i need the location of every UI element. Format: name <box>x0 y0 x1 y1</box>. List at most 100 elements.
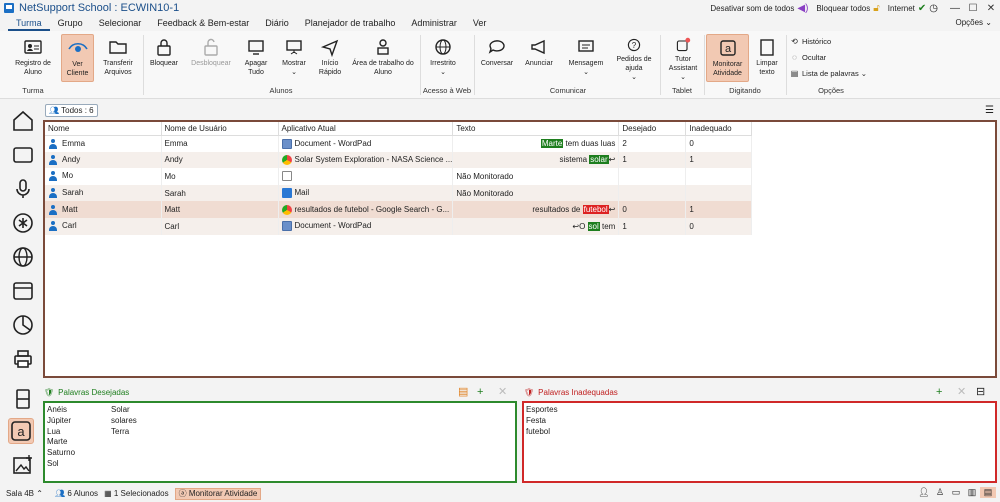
menu-feedback[interactable]: Feedback & Bem-estar <box>149 16 257 31</box>
word-list-option[interactable]: ▤ Lista de palavras ⌄ <box>790 69 867 78</box>
cell-desired <box>618 184 687 202</box>
list-view-icon[interactable]: ▤ <box>980 487 996 498</box>
pie-chart-icon[interactable] <box>10 312 36 338</box>
cell-inadequate: 0 <box>685 135 753 152</box>
student-desktop-button[interactable]: Área de trabalho do Aluno <box>350 34 416 82</box>
options-menu[interactable]: Opções ⌄ <box>955 18 992 27</box>
image-icon[interactable] <box>10 452 36 478</box>
check-circle-icon: ✔ <box>917 2 927 14</box>
svg-text:a: a <box>724 43 731 55</box>
word-item[interactable]: Terra <box>111 427 137 438</box>
transfer-files-button[interactable]: Transferir Arquivos <box>98 34 138 82</box>
typing-monitor-icon[interactable]: a <box>8 418 34 444</box>
history-option[interactable]: ⟲ Histórico <box>790 37 831 46</box>
cell-name: Sarah <box>45 184 162 202</box>
word-item[interactable]: Lua <box>47 427 75 438</box>
history-icon: ⟲ <box>791 37 798 46</box>
home-icon[interactable] <box>10 108 36 134</box>
word-item[interactable]: futebol <box>526 427 558 438</box>
add-word-icon[interactable]: + <box>936 386 942 398</box>
globe-icon[interactable] <box>10 244 36 270</box>
minimize-icon[interactable]: — <box>946 3 964 14</box>
col-header-desired[interactable]: Desejado <box>618 122 687 136</box>
eye-icon <box>67 42 88 52</box>
hamburger-menu-icon[interactable]: ☰ <box>985 105 994 116</box>
room-status[interactable]: Sala 4B ⌃ <box>6 489 43 498</box>
web-access-button[interactable]: Irrestrito ⌄ <box>424 34 462 82</box>
add-word-icon[interactable]: + <box>477 386 483 398</box>
view-client-button[interactable]: Ver Cliente <box>61 34 94 82</box>
tutor-icon <box>676 37 691 52</box>
internet-status[interactable]: Internet ✔ ◷ <box>888 3 938 14</box>
tutor-assistant-button[interactable]: Tutor Assistant ⌄ <box>663 34 703 82</box>
word-item[interactable]: Esportes <box>526 405 558 416</box>
lock-all-button[interactable]: Bloquear todos 🔓︎ <box>816 3 879 14</box>
device-icon[interactable] <box>10 386 36 412</box>
show-button[interactable]: Mostrar ⌄ <box>278 34 310 82</box>
all-students-tab[interactable]: 👥︎ Todos : 6 <box>45 104 98 117</box>
chat-button[interactable]: Conversar <box>478 34 516 82</box>
word-item[interactable]: solares <box>111 416 137 427</box>
import-list-icon[interactable]: ⊟ <box>976 386 985 398</box>
table-row[interactable]: Andy Andy Solar System Exploration - NASA … <box>45 151 753 169</box>
word-item[interactable]: Sol <box>47 459 75 470</box>
user-icon[interactable]: 👤︎ <box>916 487 932 498</box>
menu-turma[interactable]: Turma <box>8 16 50 31</box>
word-list-edit-icon[interactable]: ▤ <box>458 386 468 398</box>
col-header-username[interactable]: Nome de Usuário <box>161 122 279 136</box>
options-label: Opções <box>955 18 984 27</box>
lock-button[interactable]: Bloquear <box>146 34 182 82</box>
user-outline-icon[interactable]: ♙ <box>932 487 948 498</box>
quick-launch-button[interactable]: Início Rápido <box>314 34 346 82</box>
cell-text: ↩O sol tem <box>452 217 620 235</box>
col-header-app[interactable]: Aplicativo Atual <box>278 122 454 136</box>
table-row[interactable]: Emma Emma Document - WordPad Marte tem duas… <box>45 135 753 152</box>
remove-word-icon[interactable]: ✕ <box>957 386 966 398</box>
clear-text-button[interactable]: Limpar texto <box>752 34 782 82</box>
microphone-icon[interactable] <box>10 176 36 202</box>
printer-icon[interactable] <box>10 346 36 372</box>
word-item[interactable]: Marte <box>47 437 75 448</box>
monitor-icon[interactable]: ▭ <box>948 487 964 498</box>
monitor-activity-button[interactable]: a Monitorar Atividade <box>706 34 749 82</box>
menu-selecionar[interactable]: Selecionar <box>91 16 150 31</box>
announce-button[interactable]: Anunciar <box>520 34 558 82</box>
browser-window-icon[interactable] <box>10 278 36 304</box>
grid-view-icon[interactable]: ▥ <box>964 487 980 498</box>
student-desktop-icon <box>377 39 389 55</box>
close-icon[interactable]: ✕ <box>982 3 1000 14</box>
word-item[interactable]: Anéis <box>47 405 75 416</box>
message-button[interactable]: Mensagem ⌄ <box>563 34 609 82</box>
table-row[interactable]: Matt Matt resultados de futebol - Google S… <box>45 201 753 218</box>
help-requests-button[interactable]: ? Pedidos de ajuda ⌄ <box>613 34 655 82</box>
col-header-text[interactable]: Texto <box>452 122 620 136</box>
word-item[interactable]: Solar <box>111 405 137 416</box>
remove-word-icon[interactable]: ✕ <box>498 386 507 398</box>
word-item[interactable]: Saturno <box>47 448 75 459</box>
screen-icon[interactable] <box>10 142 36 168</box>
maximize-icon[interactable]: ☐ <box>964 3 982 14</box>
register-student-label: Registro de Aluno <box>15 60 51 76</box>
word-item[interactable]: Júpiter <box>47 416 75 427</box>
table-row[interactable]: Carl Carl Document - WordPad ↩O sol tem 1 0 <box>45 217 753 235</box>
text-after: tem duas luas <box>563 139 616 149</box>
text-after: ↩ <box>608 205 616 215</box>
cell-text: Não Monitorado <box>452 184 620 202</box>
asterisk-icon[interactable] <box>10 210 36 236</box>
menu-diario[interactable]: Diário <box>257 16 297 31</box>
word-item[interactable]: Festa <box>526 416 558 427</box>
menu-ver[interactable]: Ver <box>465 16 495 31</box>
table-row[interactable]: Mo Mo Não Monitorado <box>45 168 753 185</box>
menu-grupo[interactable]: Grupo <box>50 16 91 31</box>
table-row[interactable]: Sarah Sarah Mail Não Monitorado <box>45 184 753 202</box>
mute-all-button[interactable]: Desativar som de todos ◀) <box>710 3 808 14</box>
hide-option[interactable]: ◌ Ocultar <box>790 53 826 62</box>
register-student-button[interactable]: Registro de Aluno <box>10 34 56 82</box>
col-header-inadequate[interactable]: Inadequado <box>685 122 753 136</box>
menu-planejador[interactable]: Planejador de trabalho <box>297 16 404 31</box>
menu-administrar[interactable]: Administrar <box>403 16 465 31</box>
col-header-name[interactable]: Nome <box>45 122 162 136</box>
unlock-button[interactable]: Desbloquear <box>188 34 234 82</box>
highlighted-word: sol <box>587 221 600 231</box>
blank-all-button[interactable]: Apagar Tudo <box>240 34 272 82</box>
